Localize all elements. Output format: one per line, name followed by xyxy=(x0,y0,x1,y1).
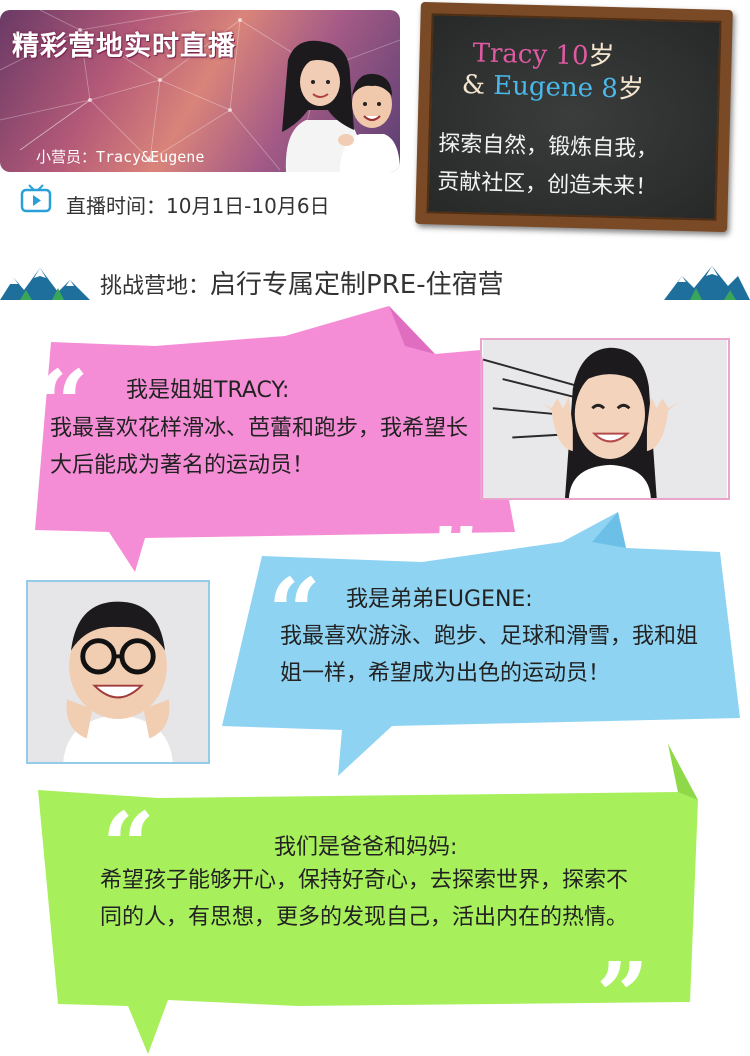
chalkboard-ampersand: & xyxy=(461,70,486,101)
section-title-lead: 挑战营地： xyxy=(100,274,211,299)
chalkboard-surface: Tracy 10岁 & Eugene 8岁 探索自然，锻炼自我， 贡献社区，创造… xyxy=(426,13,722,221)
live-banner[interactable]: 精彩营地实时直播 小营员：Tracy&Eugene xyxy=(0,10,400,172)
section-title-main: 启行专属定制PRE-住宿营 xyxy=(210,270,504,300)
banner-campers-caption: 小营员：Tracy&Eugene xyxy=(36,148,205,166)
mountain-left-decoration xyxy=(0,268,90,300)
close-quote-icon: ” xyxy=(596,942,649,1050)
kids-photo xyxy=(282,40,400,172)
tv-play-icon xyxy=(20,184,52,213)
tracy-photo xyxy=(480,338,730,500)
chalkboard: Tracy 10岁 & Eugene 8岁 探索自然，锻炼自我， 贡献社区，创造… xyxy=(415,1,733,233)
tracy-heading: 我是姐姐TRACY: xyxy=(126,378,290,403)
chalkboard-slogan-line2: 贡献社区，创造未来！ xyxy=(436,169,658,201)
section-title: 挑战营地：启行专属定制PRE-住宿营 xyxy=(100,264,504,301)
chalkboard-eugene-age-unit: 岁 xyxy=(617,74,645,105)
chalkboard-eugene-name: Eugene 8 xyxy=(492,70,619,105)
banner-title: 精彩营地实时直播 xyxy=(12,31,236,62)
chalkboard-slogan-line1: 探索自然，锻炼自我， xyxy=(437,131,659,163)
eugene-text: 我最喜欢游泳、跑步、足球和滑雪，我和姐姐一样，希望成为出色的运动员！ xyxy=(280,624,699,686)
chalkboard-eugene-line: & Eugene 8岁 xyxy=(461,64,644,106)
tracy-text: 我最喜欢花样滑冰、芭蕾和跑步，我希望长大后能成为著名的运动员！ xyxy=(50,416,469,478)
parents-text: 希望孩子能够开心，保持好奇心，去探索世界，探索不同的人，有思想，更多的发现自己，… xyxy=(100,868,629,930)
live-time-text: 直播时间：10月1日-10月6日 xyxy=(66,194,330,218)
eugene-photo xyxy=(26,580,210,764)
mountain-right-decoration xyxy=(664,266,750,300)
eugene-heading: 我是弟弟EUGENE: xyxy=(346,587,533,612)
parents-heading: 我们是爸爸和妈妈: xyxy=(274,835,458,860)
